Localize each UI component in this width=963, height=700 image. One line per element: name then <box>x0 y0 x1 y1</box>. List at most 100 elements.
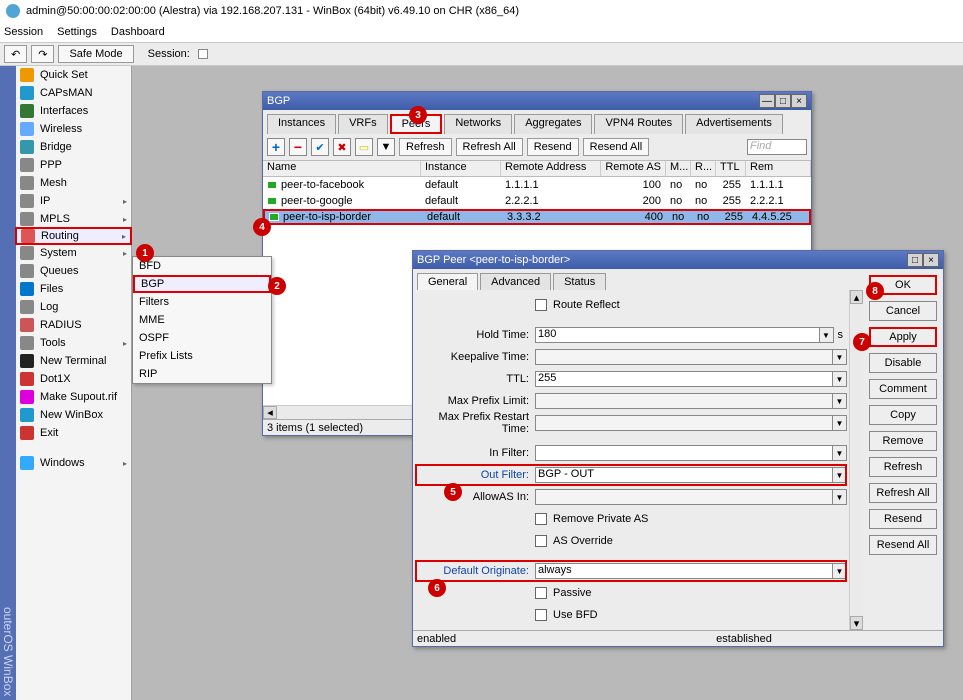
peer-window-titlebar[interactable]: BGP Peer <peer-to-isp-border> □ × <box>413 251 943 269</box>
sidebar-item-new-winbox[interactable]: New WinBox <box>16 406 131 424</box>
close-icon[interactable]: × <box>923 253 939 267</box>
refresh-button[interactable]: Refresh <box>869 457 937 477</box>
sidebar-item-radius[interactable]: RADIUS <box>16 316 131 334</box>
in-filter-input[interactable] <box>535 445 833 461</box>
maximize-icon[interactable]: □ <box>907 253 923 267</box>
route-reflect-checkbox[interactable] <box>535 299 547 311</box>
sidebar-item-new-terminal[interactable]: New Terminal <box>16 352 131 370</box>
undo-button[interactable]: ↶ <box>4 45 27 63</box>
keepalive-drop[interactable]: ▼ <box>833 349 847 365</box>
hold-time-drop[interactable]: ▼ <box>820 327 834 343</box>
tab-advanced[interactable]: Advanced <box>480 273 551 290</box>
tab-vrfs[interactable]: VRFs <box>338 114 388 134</box>
apply-button[interactable]: Apply <box>869 327 937 347</box>
redo-button[interactable]: ↷ <box>31 45 54 63</box>
submenu-item-ospf[interactable]: OSPF <box>133 329 271 347</box>
sidebar-item-make-supout.rif[interactable]: Make Supout.rif <box>16 388 131 406</box>
remove-button[interactable]: Remove <box>869 431 937 451</box>
resend-all-button[interactable]: Resend All <box>869 535 937 555</box>
ttl-drop[interactable]: ▼ <box>833 371 847 387</box>
ttl-input[interactable]: 255 <box>535 371 833 387</box>
safe-mode-button[interactable]: Safe Mode <box>58 45 133 63</box>
sidebar-item-log[interactable]: Log <box>16 298 131 316</box>
allowas-input[interactable] <box>535 489 833 505</box>
col-ttl[interactable]: TTL <box>716 161 746 176</box>
use-bfd-checkbox[interactable] <box>535 609 547 621</box>
resend-all-button[interactable]: Resend All <box>583 138 650 156</box>
refresh-all-button[interactable]: Refresh All <box>869 483 937 503</box>
tab-vpn4-routes[interactable]: VPN4 Routes <box>594 114 683 134</box>
default-orig-drop[interactable]: ▼ <box>833 563 847 579</box>
sidebar-item-windows[interactable]: Windows▸ <box>16 454 131 472</box>
passive-checkbox[interactable] <box>535 587 547 599</box>
tab-aggregates[interactable]: Aggregates <box>514 114 592 134</box>
sidebar-item-exit[interactable]: Exit <box>16 424 131 442</box>
max-prefix-input[interactable] <box>535 393 833 409</box>
enable-button[interactable]: ✔ <box>311 138 329 156</box>
minimize-icon[interactable]: — <box>759 94 775 108</box>
refresh-button[interactable]: Refresh <box>399 138 452 156</box>
table-row[interactable]: peer-to-facebookdefault1.1.1.1100nono255… <box>263 177 811 193</box>
sidebar-item-dot1x[interactable]: Dot1X <box>16 370 131 388</box>
sidebar-item-wireless[interactable]: Wireless <box>16 120 131 138</box>
close-icon[interactable]: × <box>791 94 807 108</box>
maximize-icon[interactable]: □ <box>775 94 791 108</box>
resend-button[interactable]: Resend <box>869 509 937 529</box>
submenu-item-mme[interactable]: MME <box>133 311 271 329</box>
as-override-checkbox[interactable] <box>535 535 547 547</box>
sidebar-item-mpls[interactable]: MPLS▸ <box>16 210 131 228</box>
sidebar-item-mesh[interactable]: Mesh <box>16 174 131 192</box>
disable-button[interactable]: Disable <box>869 353 937 373</box>
menu-dashboard[interactable]: Dashboard <box>111 26 165 38</box>
max-restart-drop[interactable]: ▼ <box>833 415 847 431</box>
table-row[interactable]: peer-to-isp-borderdefault3.3.3.2400nono2… <box>263 209 811 225</box>
remove-button[interactable]: − <box>289 138 307 156</box>
submenu-item-bgp[interactable]: BGP <box>133 275 271 293</box>
keepalive-input[interactable] <box>535 349 833 365</box>
sidebar-item-system[interactable]: System▸ <box>16 244 131 262</box>
tab-advertisements[interactable]: Advertisements <box>685 114 783 134</box>
refresh-all-button[interactable]: Refresh All <box>456 138 523 156</box>
bgp-peer-window[interactable]: BGP Peer <peer-to-isp-border> □ × Genera… <box>412 250 944 647</box>
find-input[interactable]: Find <box>747 139 807 155</box>
comment-button[interactable]: ▭ <box>355 138 373 156</box>
sidebar-item-queues[interactable]: Queues <box>16 262 131 280</box>
sidebar-item-routing[interactable]: Routing▸ <box>15 227 132 245</box>
bgp-window-titlebar[interactable]: BGP — □ × <box>263 92 811 110</box>
sidebar-item-tools[interactable]: Tools▸ <box>16 334 131 352</box>
tab-instances[interactable]: Instances <box>267 114 336 134</box>
remove-private-checkbox[interactable] <box>535 513 547 525</box>
max-restart-input[interactable] <box>535 415 833 431</box>
sidebar-item-ip[interactable]: IP▸ <box>16 192 131 210</box>
out-filter-input[interactable]: BGP - OUT <box>535 467 833 483</box>
table-row[interactable]: peer-to-googledefault2.2.2.1200nono2552.… <box>263 193 811 209</box>
tab-status[interactable]: Status <box>553 273 606 290</box>
col-remote-addr[interactable]: Remote Address <box>501 161 601 176</box>
sidebar-item-files[interactable]: Files <box>16 280 131 298</box>
tab-general[interactable]: General <box>417 273 478 290</box>
col-m[interactable]: M... <box>666 161 691 176</box>
submenu-item-prefix lists[interactable]: Prefix Lists <box>133 347 271 365</box>
sidebar-item-ppp[interactable]: PPP <box>16 156 131 174</box>
sidebar-item-bridge[interactable]: Bridge <box>16 138 131 156</box>
cancel-button[interactable]: Cancel <box>869 301 937 321</box>
col-r[interactable]: R... <box>691 161 716 176</box>
max-prefix-drop[interactable]: ▼ <box>833 393 847 409</box>
add-button[interactable]: + <box>267 138 285 156</box>
comment-button[interactable]: Comment <box>869 379 937 399</box>
menu-settings[interactable]: Settings <box>57 26 97 38</box>
col-rem[interactable]: Rem <box>746 161 811 176</box>
col-instance[interactable]: Instance <box>421 161 501 176</box>
col-name[interactable]: Name <box>263 161 421 176</box>
menu-session[interactable]: Session <box>4 26 43 38</box>
resend-button[interactable]: Resend <box>527 138 579 156</box>
submenu-item-filters[interactable]: Filters <box>133 293 271 311</box>
filter-button[interactable]: ▼ <box>377 138 395 156</box>
default-orig-input[interactable]: always <box>535 563 833 579</box>
hold-time-input[interactable]: 180 <box>535 327 820 343</box>
sidebar-item-capsman[interactable]: CAPsMAN <box>16 84 131 102</box>
submenu-item-rip[interactable]: RIP <box>133 365 271 383</box>
col-remote-as[interactable]: Remote AS <box>601 161 666 176</box>
submenu-item-bfd[interactable]: BFD <box>133 257 271 275</box>
allowas-drop[interactable]: ▼ <box>833 489 847 505</box>
